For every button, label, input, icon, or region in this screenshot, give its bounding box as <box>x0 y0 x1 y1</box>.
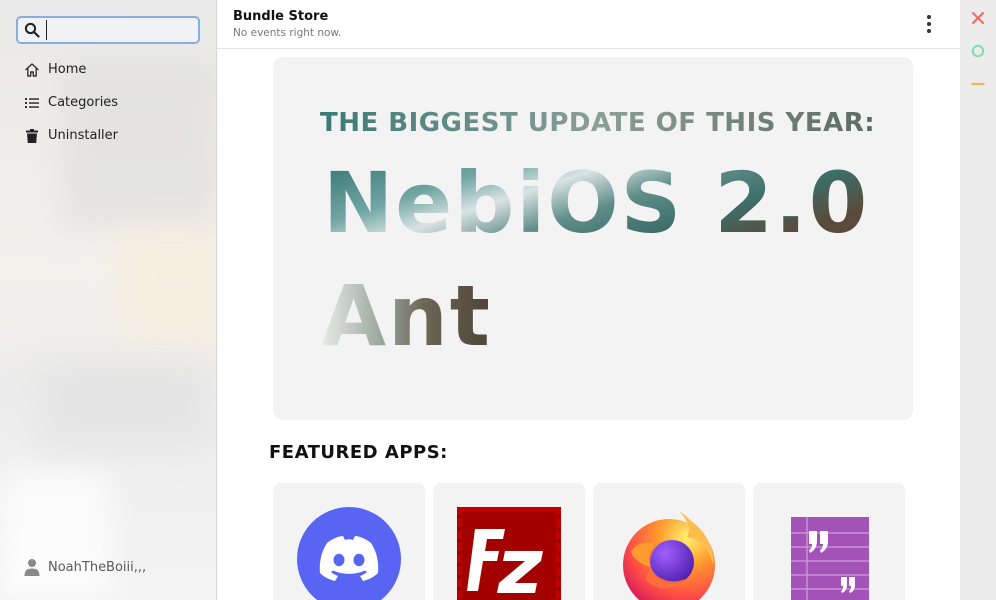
home-icon <box>25 62 39 77</box>
app-card-filezilla[interactable] <box>433 483 585 600</box>
promo-banner[interactable]: THE BIGGEST UPDATE OF THIS YEAR: NebiOS … <box>273 57 913 420</box>
search-box[interactable] <box>16 16 200 44</box>
app-card-notes[interactable] <box>753 483 905 600</box>
close-icon[interactable] <box>970 10 986 26</box>
circle-icon[interactable] <box>970 43 986 59</box>
sidebar-item-uninstaller[interactable]: Uninstaller <box>0 119 216 152</box>
sidebar-item-label: Uninstaller <box>48 128 119 143</box>
sidebar-item-label: Categories <box>48 95 119 110</box>
sidebar-backdrop <box>120 230 216 350</box>
banner-graphic: THE BIGGEST UPDATE OF THIS YEAR: NebiOS … <box>320 108 875 365</box>
user-profile[interactable]: NoahTheBoiii,,, <box>24 558 146 576</box>
sidebar-item-label: Home <box>48 62 87 77</box>
app-card-firefox[interactable] <box>593 483 745 600</box>
sidebar-backdrop <box>40 360 210 450</box>
username: NoahTheBoiii,,, <box>48 559 147 575</box>
sidebar: Home Categories Uninstaller NoahTheBoiii… <box>0 0 217 600</box>
search-icon <box>24 22 40 38</box>
sidebar-nav: Home Categories Uninstaller <box>0 53 216 152</box>
page-title: Bundle Store <box>233 9 329 24</box>
window-controls <box>960 0 996 600</box>
search-input[interactable] <box>46 20 196 40</box>
user-icon <box>24 559 40 576</box>
discord-icon <box>297 507 401 600</box>
firefox-icon <box>623 511 715 600</box>
notes-quote-icon <box>791 517 869 600</box>
list-icon <box>25 97 39 108</box>
app-card-discord[interactable] <box>273 483 425 600</box>
main-content: THE BIGGEST UPDATE OF THIS YEAR: NebiOS … <box>217 50 960 600</box>
filezilla-icon <box>457 507 561 600</box>
trash-icon <box>26 128 38 143</box>
featured-apps-heading: FEATURED APPS: <box>269 442 448 463</box>
banner-line-1: THE BIGGEST UPDATE OF THIS YEAR: <box>320 108 875 138</box>
banner-line-2: NebiOS 2.0 <box>323 154 869 252</box>
app-header: Bundle Store No events right now. <box>217 0 960 49</box>
sidebar-backdrop <box>0 470 110 600</box>
sidebar-item-categories[interactable]: Categories <box>0 86 216 119</box>
minus-icon[interactable] <box>970 76 986 92</box>
status-text: No events right now. <box>233 27 342 39</box>
banner-line-3: Ant <box>321 267 492 365</box>
sidebar-item-home[interactable]: Home <box>0 53 216 86</box>
kebab-menu-icon[interactable] <box>919 14 939 34</box>
